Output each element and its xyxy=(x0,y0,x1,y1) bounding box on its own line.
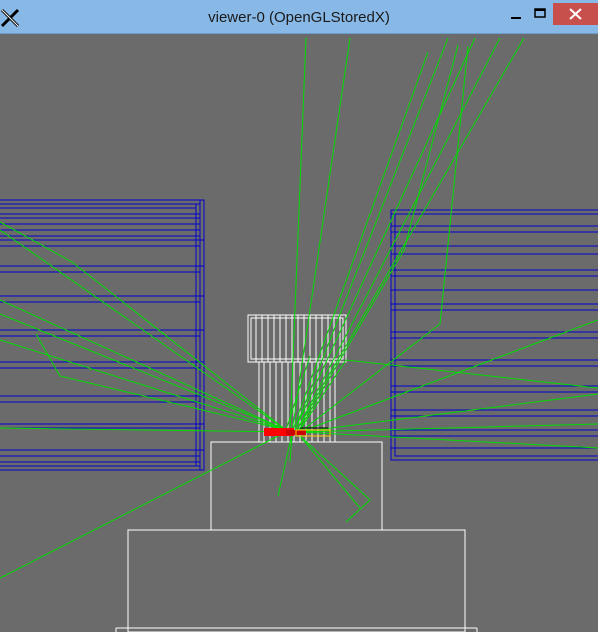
close-icon[interactable] xyxy=(553,3,598,25)
gl-viewport[interactable] xyxy=(0,34,598,632)
minimize-icon[interactable] xyxy=(503,3,529,25)
title-bar[interactable]: viewer-0 (OpenGLStoredX) xyxy=(0,0,598,34)
viewer-window: viewer-0 (OpenGLStoredX) xyxy=(0,0,598,632)
maximize-icon[interactable] xyxy=(529,3,555,25)
right-detector xyxy=(390,209,598,461)
particle-tracks xyxy=(0,37,598,579)
target-geometry xyxy=(115,314,478,632)
scene-canvas xyxy=(0,37,598,632)
